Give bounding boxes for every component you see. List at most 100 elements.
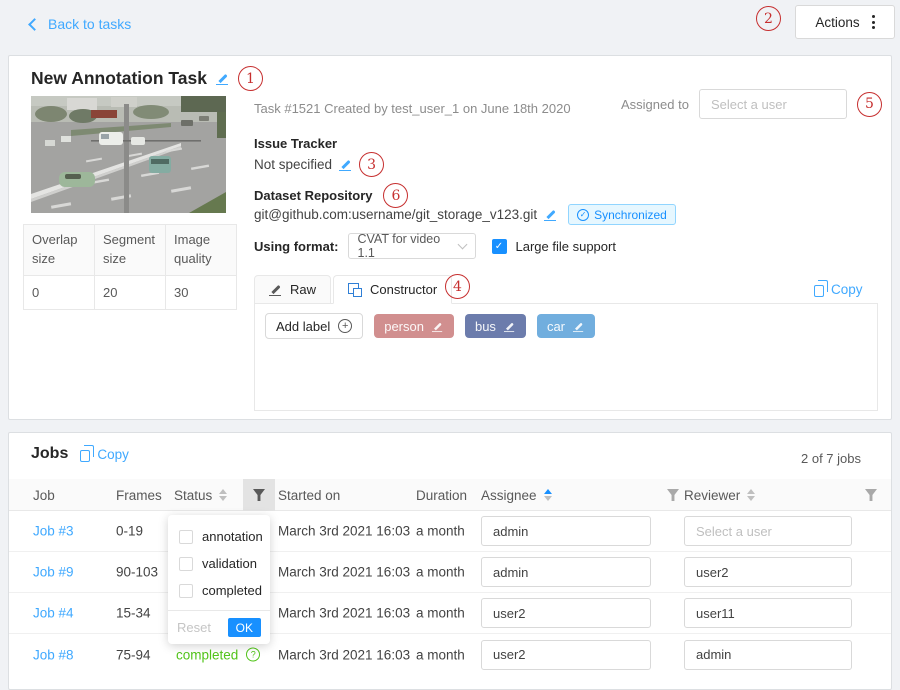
checkbox-unchecked[interactable]	[179, 584, 193, 598]
job-reviewer-input[interactable]	[684, 598, 852, 628]
dataset-repository-label: Dataset Repository	[254, 188, 372, 203]
filter-ok-button[interactable]: OK	[228, 618, 261, 637]
filter-option-completed-label: completed	[202, 583, 262, 598]
sort-ascending-icon	[544, 489, 552, 501]
pencil-icon	[269, 283, 282, 296]
job-frames: 0-19	[116, 524, 143, 539]
param-value-segment: 20	[95, 275, 166, 309]
reviewer-filter-button[interactable]	[855, 479, 887, 511]
job-link[interactable]: Job #9	[33, 565, 74, 580]
copy-icon	[814, 285, 824, 297]
annotation-marker-3: 3	[359, 152, 384, 177]
tab-raw[interactable]: Raw	[254, 275, 331, 304]
column-assignee-label: Assignee	[481, 488, 537, 503]
job-row: Job #3 0-19 March 3rd 2021 16:03 a month	[9, 511, 891, 552]
label-chip-person[interactable]: person	[374, 314, 454, 338]
filter-option-completed[interactable]: completed	[168, 577, 270, 604]
label-chip-car[interactable]: car	[537, 314, 595, 338]
status-filter-dropdown: annotation validation completed Reset OK	[168, 515, 270, 644]
chevron-left-icon	[28, 18, 41, 31]
param-value-quality: 30	[166, 275, 237, 309]
filter-icon	[667, 489, 679, 501]
sort-icon	[219, 489, 227, 501]
large-file-checkbox[interactable]	[492, 239, 507, 254]
jobs-table-header: Job Frames Status Started on Duration As…	[9, 479, 891, 511]
tab-constructor[interactable]: Constructor	[333, 275, 452, 304]
filter-option-validation[interactable]: validation	[168, 550, 270, 577]
copy-icon	[80, 450, 90, 462]
filter-reset-button[interactable]: Reset	[177, 620, 211, 635]
job-frames: 90-103	[116, 565, 158, 580]
job-reviewer-input[interactable]	[684, 640, 852, 670]
label-chip-car-text: car	[547, 319, 565, 334]
job-row: Job #9 90-103 March 3rd 2021 16:03 a mon…	[9, 552, 891, 593]
job-assignee-input[interactable]	[481, 640, 651, 670]
plus-circle-icon	[338, 319, 352, 333]
filter-icon	[865, 489, 877, 501]
job-duration: a month	[416, 647, 465, 662]
annotation-marker-2: 2	[756, 6, 781, 31]
copy-labels-button[interactable]: Copy	[814, 281, 863, 297]
job-assignee-input[interactable]	[481, 598, 651, 628]
param-value-overlap: 0	[24, 275, 95, 309]
column-duration: Duration	[416, 479, 467, 511]
task-title: New Annotation Task	[31, 68, 207, 89]
edit-label-icon[interactable]	[504, 320, 515, 331]
job-started: March 3rd 2021 16:03	[278, 647, 410, 662]
add-label-text: Add label	[276, 319, 330, 334]
column-status-sorter[interactable]: Status	[174, 479, 227, 511]
dataset-repository-url[interactable]: git@github.com:username/git_storage_v123…	[254, 207, 537, 222]
chevron-down-icon	[457, 239, 467, 249]
task-parameters-table: Overlap size Segment size Image quality …	[23, 224, 237, 310]
job-started: March 3rd 2021 16:03	[278, 565, 410, 580]
job-reviewer-input[interactable]	[684, 557, 852, 587]
copy-jobs-button[interactable]: Copy	[80, 446, 129, 462]
checkbox-unchecked[interactable]	[179, 557, 193, 571]
add-label-button[interactable]: Add label	[265, 313, 363, 339]
more-options-icon	[872, 15, 875, 29]
edit-label-icon[interactable]	[432, 320, 443, 331]
edit-issue-tracker-icon[interactable]	[339, 158, 352, 171]
back-to-tasks-link[interactable]: Back to tasks	[30, 16, 131, 32]
job-frames: 15-34	[116, 606, 151, 621]
job-assignee-input[interactable]	[481, 557, 651, 587]
labels-tabs: Raw Constructor	[254, 275, 452, 304]
status-filter-button[interactable]	[243, 479, 275, 511]
annotation-marker-4: 4	[445, 274, 470, 299]
block-icon	[348, 283, 362, 297]
assignee-select-input[interactable]	[699, 89, 847, 119]
job-duration: a month	[416, 565, 465, 580]
job-reviewer-input[interactable]	[684, 516, 852, 546]
job-started: March 3rd 2021 16:03	[278, 606, 410, 621]
job-assignee-input[interactable]	[481, 516, 651, 546]
format-select-value: CVAT for video 1.1	[358, 232, 459, 260]
jobs-count: 2 of 7 jobs	[801, 451, 861, 466]
column-reviewer-sorter[interactable]: Reviewer	[684, 479, 755, 511]
sync-status-badge: Synchronized	[568, 204, 676, 225]
label-chip-bus-text: bus	[475, 319, 496, 334]
job-link[interactable]: Job #4	[33, 606, 74, 621]
task-details-card: New Annotation Task 1	[8, 55, 892, 420]
label-chip-bus[interactable]: bus	[465, 314, 526, 338]
question-circle-icon[interactable]	[246, 648, 260, 662]
param-header-overlap: Overlap size	[24, 225, 95, 276]
large-file-label: Large file support	[516, 239, 616, 254]
tab-constructor-label: Constructor	[370, 282, 437, 297]
edit-task-name-icon[interactable]	[216, 72, 229, 85]
filter-icon	[253, 489, 265, 501]
format-select[interactable]: CVAT for video 1.1	[348, 233, 476, 259]
edit-repository-icon[interactable]	[544, 208, 557, 221]
job-link[interactable]: Job #8	[33, 647, 74, 662]
sync-status-label: Synchronized	[594, 208, 667, 222]
filter-option-annotation-label: annotation	[202, 529, 263, 544]
job-link[interactable]: Job #3	[33, 524, 74, 539]
column-started-on: Started on	[278, 479, 340, 511]
actions-button[interactable]: Actions	[795, 5, 895, 39]
actions-label: Actions	[815, 15, 859, 30]
filter-option-annotation[interactable]: annotation	[168, 523, 270, 550]
edit-label-icon[interactable]	[573, 320, 584, 331]
checkbox-unchecked[interactable]	[179, 530, 193, 544]
column-assignee-sorter[interactable]: Assignee	[481, 479, 552, 511]
column-frames: Frames	[116, 479, 162, 511]
column-status-label: Status	[174, 488, 212, 503]
